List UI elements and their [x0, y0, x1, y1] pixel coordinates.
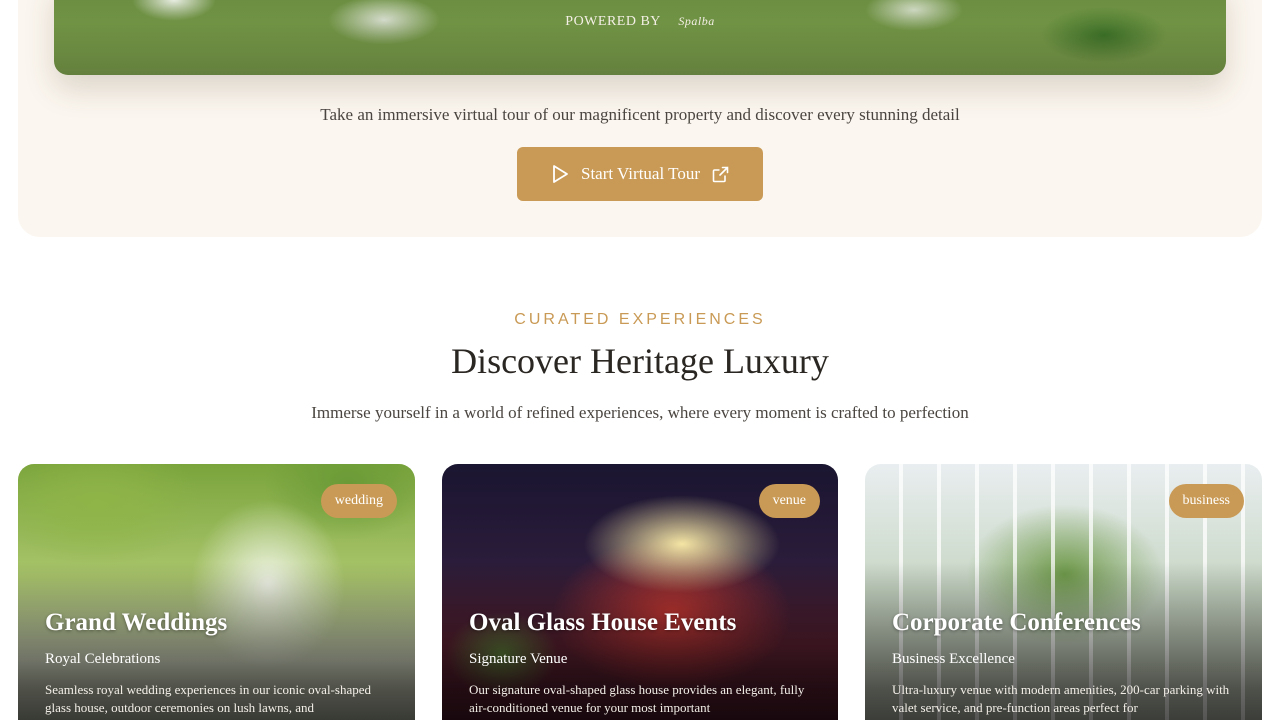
section-eyebrow: CURATED EXPERIENCES: [514, 311, 766, 328]
card-subtitle: Business Excellence: [892, 651, 1015, 667]
start-virtual-tour-button[interactable]: Start Virtual Tour: [517, 147, 763, 201]
card-description: Seamless royal wedding experiences in ou…: [45, 682, 371, 715]
card-category-badge: wedding: [320, 484, 397, 518]
powered-by-label: POWERED BY Spalba: [54, 14, 1226, 30]
section-title: Discover Heritage Luxury: [451, 341, 829, 381]
card-title: Grand Weddings: [45, 609, 228, 636]
card-subtitle: Signature Venue: [469, 651, 568, 667]
card-description: Our signature oval-shaped glass house pr…: [469, 682, 805, 715]
card-subtitle: Royal Celebrations: [45, 651, 161, 667]
card-title: Corporate Conferences: [892, 609, 1141, 636]
card-description: Ultra-luxury venue with modern amenities…: [892, 682, 1230, 715]
experience-card-conferences[interactable]: business Corporate Conferences Business …: [865, 464, 1262, 720]
virtual-tour-description: Take an immersive virtual tour of our ma…: [320, 105, 960, 124]
section-subtitle: Immerse yourself in a world of refined e…: [311, 403, 969, 422]
play-icon: [551, 164, 569, 184]
experience-card-glass-house[interactable]: venue Oval Glass House Events Signature …: [442, 464, 838, 720]
card-category-badge: venue: [758, 484, 820, 518]
experience-card-weddings[interactable]: wedding Grand Weddings Royal Celebration…: [18, 464, 415, 720]
powered-by-text: POWERED BY: [565, 14, 661, 29]
powered-by-brand[interactable]: Spalba: [678, 14, 714, 28]
virtual-tour-preview-image[interactable]: POWERED BY Spalba: [54, 0, 1226, 75]
external-link-icon: [712, 166, 729, 183]
card-title: Oval Glass House Events: [469, 609, 737, 636]
card-category-badge: business: [1168, 484, 1244, 518]
start-virtual-tour-label: Start Virtual Tour: [581, 164, 700, 183]
